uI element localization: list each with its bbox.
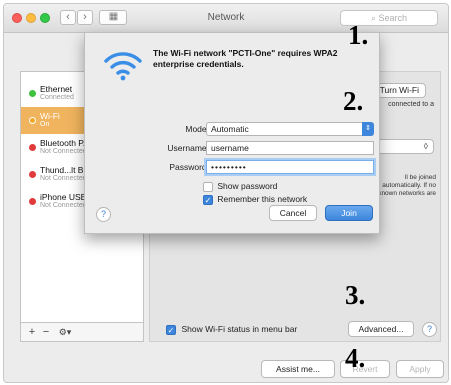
password-label: Password: bbox=[169, 162, 209, 172]
annotation-marker-4: 4. bbox=[345, 343, 366, 373]
mode-label: Mode: bbox=[185, 124, 209, 134]
checkbox-checked-icon[interactable]: ✓ bbox=[166, 324, 176, 335]
checkbox-unchecked-icon[interactable] bbox=[203, 181, 213, 192]
add-service-button[interactable]: + bbox=[25, 325, 39, 339]
search-placeholder: Search bbox=[378, 13, 408, 23]
network-name-popup[interactable]: ◊ bbox=[374, 139, 434, 154]
show-password-row[interactable]: Show password bbox=[203, 181, 277, 192]
assist-me-button[interactable]: Assist me... bbox=[261, 360, 335, 378]
show-password-label: Show password bbox=[217, 181, 278, 191]
show-wifi-status-label: Show Wi-Fi status in menu bar bbox=[181, 324, 298, 334]
title-bar: ‹ › ▦ Network ⌕ Search bbox=[4, 4, 448, 33]
annotation-marker-1: 1. bbox=[348, 20, 369, 50]
search-icon: ⌕ bbox=[370, 13, 376, 23]
apply-button[interactable]: Apply bbox=[396, 360, 444, 378]
wifi-icon bbox=[104, 52, 142, 81]
remove-service-button[interactable]: − bbox=[39, 325, 53, 339]
sheet-help-button[interactable]: ? bbox=[96, 207, 111, 222]
password-field[interactable]: ••••••••• bbox=[206, 160, 374, 174]
status-dot-icon bbox=[29, 90, 36, 97]
popup-arrows-icon: ◊ bbox=[423, 141, 428, 151]
checkbox-checked-icon[interactable]: ✓ bbox=[203, 194, 213, 205]
remember-network-label: Remember this network bbox=[217, 194, 308, 204]
help-button[interactable]: ? bbox=[422, 322, 437, 337]
network-preferences-window: ‹ › ▦ Network ⌕ Search Ethernet Connecte… bbox=[3, 3, 449, 383]
status-dot-icon bbox=[29, 144, 36, 151]
auto-join-description: ll be joined automatically. If no known … bbox=[378, 174, 436, 197]
status-dot-icon bbox=[29, 198, 36, 205]
remember-network-row[interactable]: ✓ Remember this network bbox=[203, 194, 307, 205]
wpa2-credentials-sheet: The Wi-Fi network "PCTI-One" requires WP… bbox=[84, 32, 380, 234]
username-field[interactable]: username bbox=[206, 141, 374, 155]
turn-wifi-off-button[interactable]: Turn Wi-Fi Off bbox=[374, 83, 426, 98]
status-dot-icon bbox=[29, 171, 36, 178]
gear-icon[interactable]: ⚙▾ bbox=[53, 325, 77, 339]
annotation-marker-2: 2. bbox=[343, 86, 364, 116]
popup-arrows-icon: ⇕ bbox=[362, 122, 374, 136]
sidebar-toolbar: + − ⚙▾ bbox=[20, 322, 144, 342]
sheet-message: The Wi-Fi network "PCTI-One" requires WP… bbox=[153, 48, 338, 69]
connection-status-text: connected to a bbox=[388, 101, 434, 108]
show-wifi-status-row[interactable]: ✓ Show Wi-Fi status in menu bar bbox=[166, 324, 297, 335]
annotation-marker-3: 3. bbox=[345, 280, 366, 310]
status-dot-icon bbox=[29, 117, 36, 124]
username-label: Username: bbox=[167, 143, 209, 153]
mode-select[interactable]: Automatic ⇕ bbox=[206, 122, 374, 136]
mode-value: Automatic bbox=[211, 124, 249, 134]
cancel-button[interactable]: Cancel bbox=[269, 205, 317, 221]
advanced-button[interactable]: Advanced... bbox=[348, 321, 414, 337]
join-button[interactable]: Join bbox=[325, 205, 373, 221]
